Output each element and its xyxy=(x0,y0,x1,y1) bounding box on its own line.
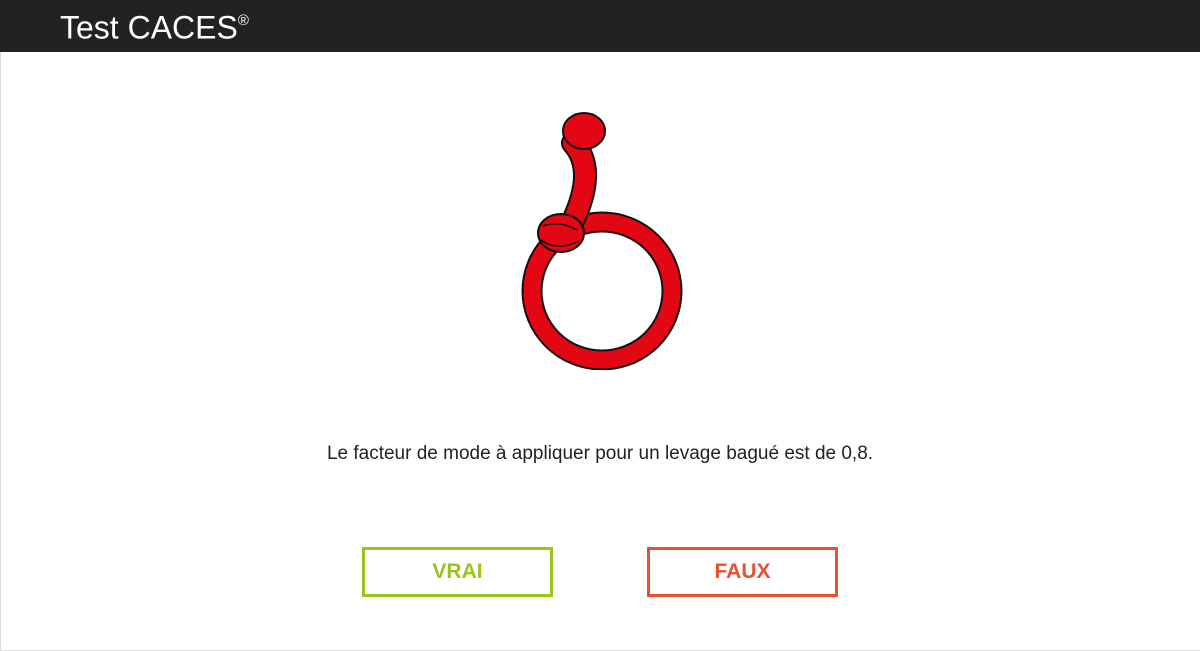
left-border xyxy=(0,52,1,651)
true-button[interactable]: VRAI xyxy=(362,547,553,597)
question-text: Le facteur de mode à appliquer pour un l… xyxy=(326,443,874,464)
false-button[interactable]: FAUX xyxy=(647,547,838,597)
registered-mark: ® xyxy=(237,12,249,29)
app-window: Test CACES® Le facteur de mode à appliqu… xyxy=(0,0,1200,651)
choker-hitch-sling-icon xyxy=(510,108,695,371)
app-title: Test CACES® xyxy=(60,5,249,46)
app-title-text: Test CACES xyxy=(60,9,238,46)
app-header: Test CACES® xyxy=(0,0,1200,52)
